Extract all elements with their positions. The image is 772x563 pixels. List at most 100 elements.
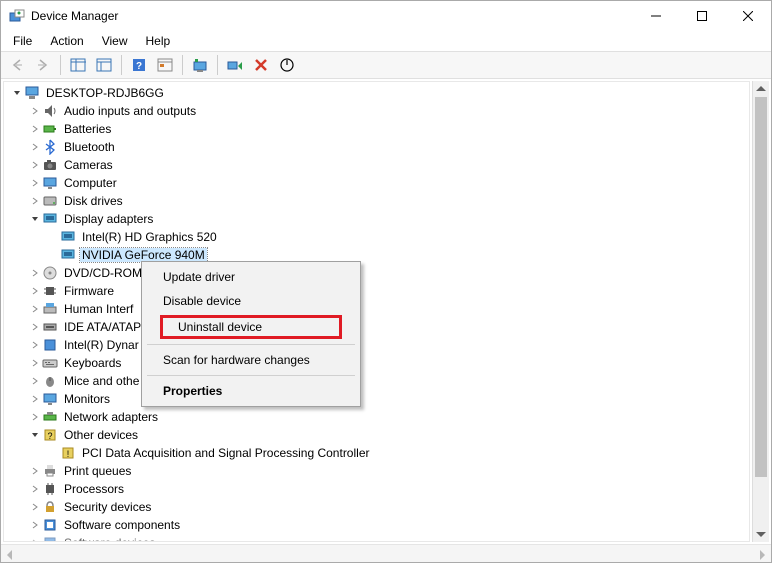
horizontal-scrollbar[interactable] xyxy=(1,544,771,562)
chevron-right-icon[interactable] xyxy=(28,392,42,406)
software-icon xyxy=(42,535,58,542)
tree-root[interactable]: DESKTOP-RDJB6GG xyxy=(10,84,749,102)
toolbar-properties[interactable] xyxy=(153,54,177,76)
tree-root-label: DESKTOP-RDJB6GG xyxy=(44,86,166,100)
app-icon xyxy=(9,8,25,24)
menu-view[interactable]: View xyxy=(94,32,136,50)
tree-item-security[interactable]: Security devices xyxy=(10,498,749,516)
tree-item-hid[interactable]: Human Interf xyxy=(10,300,749,318)
tree-item-pci-unknown[interactable]: ! PCI Data Acquisition and Signal Proces… xyxy=(10,444,749,462)
toolbar-update-driver[interactable] xyxy=(188,54,212,76)
hid-icon xyxy=(42,301,58,317)
chevron-right-icon[interactable] xyxy=(28,158,42,172)
tree-item-batteries[interactable]: Batteries xyxy=(10,120,749,138)
menu-file[interactable]: File xyxy=(5,32,40,50)
tree-item-label: Other devices xyxy=(62,428,140,442)
mouse-icon xyxy=(42,373,58,389)
toolbar-console-tree[interactable] xyxy=(92,54,116,76)
menu-action[interactable]: Action xyxy=(42,32,91,50)
tree-item-label: NVIDIA GeForce 940M xyxy=(80,248,207,262)
chevron-right-icon[interactable] xyxy=(28,176,42,190)
ctx-properties[interactable]: Properties xyxy=(145,379,357,403)
tree-item-label: Batteries xyxy=(62,122,113,136)
window-controls xyxy=(633,1,771,31)
chevron-right-icon[interactable] xyxy=(28,104,42,118)
chevron-right-icon[interactable] xyxy=(28,302,42,316)
tree-item-intel-gpu[interactable]: Intel(R) HD Graphics 520 xyxy=(10,228,749,246)
ctx-disable-device[interactable]: Disable device xyxy=(145,289,357,313)
tree-item-label: Audio inputs and outputs xyxy=(62,104,198,118)
ctx-scan[interactable]: Scan for hardware changes xyxy=(145,348,357,372)
maximize-button[interactable] xyxy=(679,1,725,31)
chevron-down-icon[interactable] xyxy=(10,86,24,100)
tree-item-nvidia-gpu[interactable]: NVIDIA GeForce 940M xyxy=(10,246,749,264)
titlebar: Device Manager xyxy=(1,1,771,31)
bluetooth-icon xyxy=(42,139,58,155)
ctx-separator xyxy=(147,375,355,376)
chevron-right-icon[interactable] xyxy=(28,500,42,514)
unknown-icon: ! xyxy=(60,445,76,461)
menubar: File Action View Help xyxy=(1,31,771,51)
tree-item-swdev[interactable]: Software devices xyxy=(10,534,749,542)
chevron-right-icon[interactable] xyxy=(28,194,42,208)
window-title: Device Manager xyxy=(31,9,633,23)
toolbar: ? xyxy=(1,51,771,79)
device-tree[interactable]: DESKTOP-RDJB6GG Audio inputs and outputs… xyxy=(3,81,750,542)
tree-item-print[interactable]: Print queues xyxy=(10,462,749,480)
tree-item-monitors[interactable]: Monitors xyxy=(10,390,749,408)
back-button[interactable] xyxy=(5,54,29,76)
tree-item-bluetooth[interactable]: Bluetooth xyxy=(10,138,749,156)
toolbar-help[interactable]: ? xyxy=(127,54,151,76)
tree-item-ide[interactable]: IDE ATA/ATAP xyxy=(10,318,749,336)
chevron-right-icon[interactable] xyxy=(28,320,42,334)
tree-item-other[interactable]: ? Other devices xyxy=(10,426,749,444)
security-icon xyxy=(42,499,58,515)
tree-item-label: DVD/CD-ROM xyxy=(62,266,144,280)
toolbar-uninstall[interactable] xyxy=(249,54,273,76)
software-icon xyxy=(42,517,58,533)
chevron-right-icon[interactable] xyxy=(28,266,42,280)
tree-item-display[interactable]: Display adapters xyxy=(10,210,749,228)
ctx-update-driver[interactable]: Update driver xyxy=(145,265,357,289)
chevron-right-icon[interactable] xyxy=(28,122,42,136)
tree-item-label: IDE ATA/ATAP xyxy=(62,320,143,334)
chevron-right-icon[interactable] xyxy=(28,536,42,542)
chevron-right-icon[interactable] xyxy=(28,482,42,496)
toolbar-show-hide[interactable] xyxy=(66,54,90,76)
chevron-right-icon[interactable] xyxy=(28,284,42,298)
toolbar-scan[interactable] xyxy=(223,54,247,76)
tree-item-cameras[interactable]: Cameras xyxy=(10,156,749,174)
chevron-down-icon[interactable] xyxy=(28,212,42,226)
tree-item-label: Human Interf xyxy=(62,302,135,316)
chevron-right-icon[interactable] xyxy=(28,518,42,532)
tree-item-dvd[interactable]: DVD/CD-ROM xyxy=(10,264,749,282)
chevron-right-icon[interactable] xyxy=(28,464,42,478)
tree-item-firmware[interactable]: Firmware xyxy=(10,282,749,300)
tree-item-keyboards[interactable]: Keyboards xyxy=(10,354,749,372)
svg-text:?: ? xyxy=(47,431,52,441)
close-button[interactable] xyxy=(725,1,771,31)
chevron-right-icon[interactable] xyxy=(28,140,42,154)
toolbar-disable[interactable] xyxy=(275,54,299,76)
tree-item-label: Keyboards xyxy=(62,356,123,370)
chevron-right-icon[interactable] xyxy=(28,410,42,424)
tree-item-disk[interactable]: Disk drives xyxy=(10,192,749,210)
forward-button[interactable] xyxy=(31,54,55,76)
monitor-icon xyxy=(42,175,58,191)
menu-help[interactable]: Help xyxy=(138,32,179,50)
chip-icon xyxy=(42,337,58,353)
tree-item-audio[interactable]: Audio inputs and outputs xyxy=(10,102,749,120)
tree-item-processors[interactable]: Processors xyxy=(10,480,749,498)
tree-item-network[interactable]: Network adapters xyxy=(10,408,749,426)
tree-item-swcomp[interactable]: Software components xyxy=(10,516,749,534)
minimize-button[interactable] xyxy=(633,1,679,31)
chevron-right-icon[interactable] xyxy=(28,338,42,352)
ctx-uninstall-device[interactable]: Uninstall device xyxy=(145,313,357,341)
chevron-right-icon[interactable] xyxy=(28,356,42,370)
vertical-scrollbar[interactable] xyxy=(752,81,769,542)
tree-item-computer[interactable]: Computer xyxy=(10,174,749,192)
chevron-right-icon[interactable] xyxy=(28,374,42,388)
tree-item-intel-dynamic[interactable]: Intel(R) Dynar xyxy=(10,336,749,354)
tree-item-mice[interactable]: Mice and othe xyxy=(10,372,749,390)
chevron-down-icon[interactable] xyxy=(28,428,42,442)
